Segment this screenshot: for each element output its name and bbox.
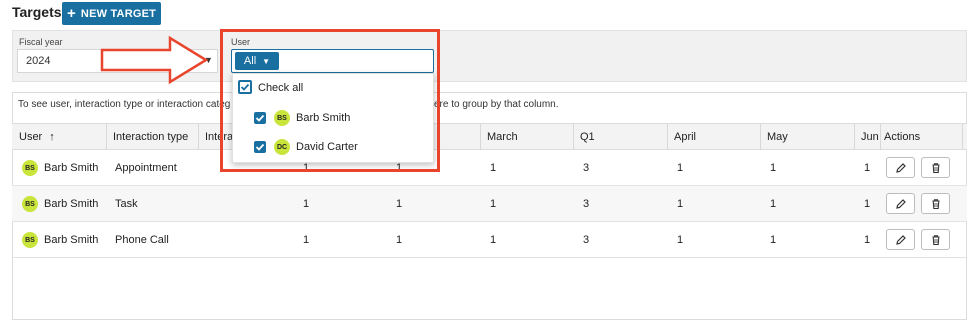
row-value: 1 xyxy=(303,234,310,246)
trash-icon xyxy=(932,234,939,245)
row-value-june: 1 xyxy=(864,198,871,210)
column-header-actions: Actions xyxy=(884,131,921,143)
column-divider[interactable] xyxy=(106,124,107,149)
column-divider[interactable] xyxy=(480,124,481,149)
annotation-arrow-icon xyxy=(100,36,209,84)
row-value-may: 1 xyxy=(770,198,777,210)
row-value: 1 xyxy=(396,198,403,210)
row-value-may: 1 xyxy=(770,162,777,174)
column-divider[interactable] xyxy=(667,124,668,149)
row-value-q1: 3 xyxy=(583,162,590,174)
row-value-may: 1 xyxy=(770,234,777,246)
sort-ascending-icon: ↑ xyxy=(49,131,55,143)
column-header-may[interactable]: May xyxy=(767,131,788,143)
avatar: BS xyxy=(22,196,38,212)
column-header-june[interactable]: Jun xyxy=(861,131,879,143)
row-value-march: 1 xyxy=(490,162,497,174)
row-interaction-type: Phone Call xyxy=(115,234,169,246)
column-divider[interactable] xyxy=(573,124,574,149)
row-user: Barb Smith xyxy=(44,234,99,246)
pencil-icon xyxy=(895,162,906,173)
annotation-highlight-box xyxy=(220,29,440,172)
row-user: Barb Smith xyxy=(44,162,99,174)
page-title: Targets xyxy=(12,4,62,20)
fiscal-year-label: Fiscal year xyxy=(19,37,63,47)
trash-icon xyxy=(932,198,939,209)
row-user: Barb Smith xyxy=(44,198,99,210)
row-value-q1: 3 xyxy=(583,234,590,246)
column-header-march[interactable]: March xyxy=(487,131,518,143)
new-target-button[interactable]: + NEW TARGET xyxy=(62,2,161,25)
avatar: BS xyxy=(22,160,38,176)
row-value: 1 xyxy=(396,234,403,246)
group-hint-text: To see user, interaction type or interac… xyxy=(18,99,231,110)
column-header-april[interactable]: April xyxy=(674,131,696,143)
row-interaction-type: Appointment xyxy=(115,162,177,174)
row-value-april: 1 xyxy=(677,198,684,210)
row-value-june: 1 xyxy=(864,162,871,174)
group-hint-text-end: ere to group by that column. xyxy=(434,99,559,110)
row-value: 1 xyxy=(303,198,310,210)
column-header-q1[interactable]: Q1 xyxy=(580,131,595,143)
column-divider[interactable] xyxy=(880,124,881,149)
row-value-april: 1 xyxy=(677,234,684,246)
new-target-label: NEW TARGET xyxy=(80,7,157,20)
fiscal-year-value: 2024 xyxy=(26,55,51,67)
row-value-june: 1 xyxy=(864,234,871,246)
plus-icon: + xyxy=(66,5,76,22)
pencil-icon xyxy=(895,198,906,209)
column-divider[interactable] xyxy=(760,124,761,149)
column-divider[interactable] xyxy=(962,124,963,149)
pencil-icon xyxy=(895,234,906,245)
avatar: BS xyxy=(22,232,38,248)
row-value-march: 1 xyxy=(490,198,497,210)
delete-button[interactable] xyxy=(921,193,950,214)
row-value-april: 1 xyxy=(677,162,684,174)
row-value-q1: 3 xyxy=(583,198,590,210)
delete-button[interactable] xyxy=(921,157,950,178)
delete-button[interactable] xyxy=(921,229,950,250)
edit-button[interactable] xyxy=(886,193,915,214)
column-header-user[interactable]: User ↑ xyxy=(19,131,55,143)
column-divider[interactable] xyxy=(198,124,199,149)
row-interaction-type: Task xyxy=(115,198,138,210)
column-header-interaction-type[interactable]: Interaction type xyxy=(113,131,188,143)
column-divider[interactable] xyxy=(854,124,855,149)
row-value-march: 1 xyxy=(490,234,497,246)
edit-button[interactable] xyxy=(886,229,915,250)
edit-button[interactable] xyxy=(886,157,915,178)
trash-icon xyxy=(932,162,939,173)
